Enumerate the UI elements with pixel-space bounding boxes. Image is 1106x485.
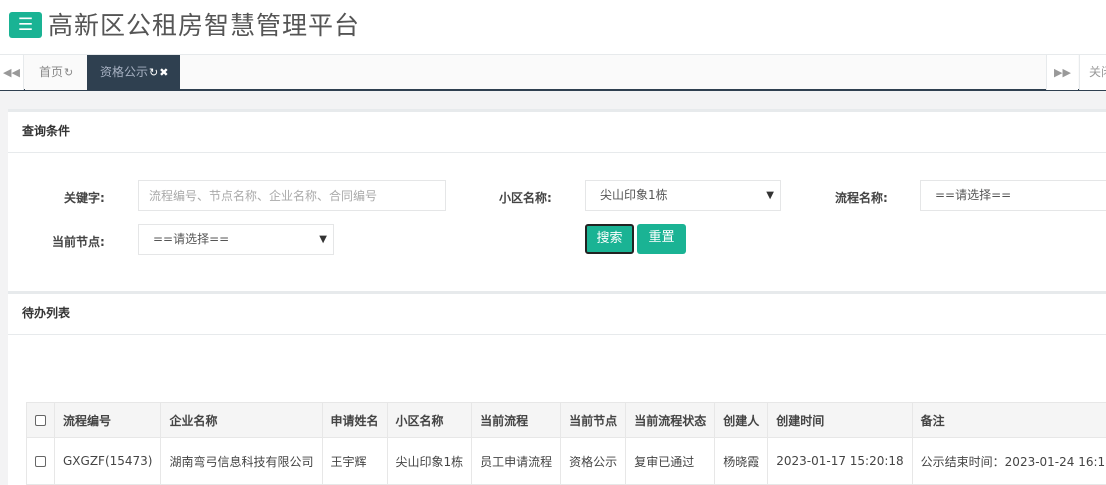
status-cell: 复审已通过 <box>625 437 716 485</box>
tab-active-label: 资格公示 <box>100 65 149 79</box>
keyword-label: 关键字: <box>64 191 105 205</box>
query-panel-title: 查询条件 <box>8 112 1106 153</box>
remark-cell: 公示结束时间：2023-01-24 16:18:42 <box>911 437 1106 485</box>
todo-panel-title: 待办列表 <box>8 294 1106 335</box>
community-select-value: 尖山印象1栋 <box>600 188 668 202</box>
search-button[interactable]: 搜索 <box>585 224 634 254</box>
table-header-row: 流程编号 企业名称 申请姓名 小区名称 当前流程 当前节点 当前流程状态 创建人… <box>26 402 1106 438</box>
company-cell: 湖南弯弓信息科技有限公司 <box>160 437 323 485</box>
row-checkbox-cell <box>26 437 55 485</box>
column-header[interactable]: 创建人 <box>714 402 769 438</box>
todo-table: 流程编号 企业名称 申请姓名 小区名称 当前流程 当前节点 当前流程状态 创建人… <box>26 402 1106 485</box>
column-header[interactable]: 创建时间 <box>767 402 913 438</box>
process-label: 流程名称: <box>835 191 888 205</box>
applicant-cell: 王宇辉 <box>321 437 388 485</box>
community-cell: 尖山印象1栋 <box>386 437 473 485</box>
hamburger-icon[interactable]: ☰ <box>9 12 42 38</box>
process-no-cell: GXGZF(15473) <box>53 437 162 485</box>
close-icon[interactable]: ✖ <box>159 66 168 79</box>
tab-home-label: 首页 <box>39 65 64 79</box>
select-all-checkbox[interactable] <box>35 415 46 426</box>
todo-table-wrap: 流程编号 企业名称 申请姓名 小区名称 当前流程 当前节点 当前流程状态 创建人… <box>8 402 1106 485</box>
column-header[interactable]: 当前节点 <box>560 402 627 438</box>
community-label: 小区名称: <box>499 191 552 205</box>
reset-button[interactable]: 重置 <box>637 224 686 254</box>
column-header[interactable]: 当前流程状态 <box>625 402 716 438</box>
column-header[interactable]: 备注 <box>911 402 1106 438</box>
close-ops-button[interactable]: 关闭 <box>1079 55 1106 90</box>
tab-scroll-left-icon[interactable]: ◀◀ <box>0 55 24 90</box>
process-cell: 员工申请流程 <box>471 437 562 485</box>
query-panel: 查询条件 关键字: 小区名称: 尖山印象1栋 ▼ 流程名称: ==请选择== 当… <box>8 109 1106 291</box>
column-header[interactable]: 企业名称 <box>160 402 323 438</box>
tab-home[interactable]: 首页↻ <box>25 55 87 90</box>
node-label: 当前节点: <box>52 235 105 249</box>
column-header[interactable]: 申请姓名 <box>321 402 388 438</box>
row-checkbox[interactable] <box>35 456 46 467</box>
select-all-checkbox-cell <box>26 402 55 438</box>
refresh-icon[interactable]: ↻ <box>149 66 158 79</box>
app-title: 高新区公租房智慧管理平台 <box>48 11 361 40</box>
top-bar: ☰ 高新区公租房智慧管理平台 <box>0 0 1106 54</box>
creator-cell: 杨晓霞 <box>714 437 769 485</box>
node-cell: 资格公示 <box>560 437 627 485</box>
node-select-value: ==请选择== <box>153 232 230 246</box>
todo-panel: 待办列表 流程编号 企业名称 申请姓名 小区名称 当前流程 当前节点 当前流程状… <box>8 291 1106 485</box>
column-header[interactable]: 当前流程 <box>471 402 562 438</box>
tab-bar: ◀◀ 首页↻ 资格公示↻✖ ▶▶ 关闭 <box>0 54 1106 91</box>
refresh-icon[interactable]: ↻ <box>64 66 73 79</box>
table-row[interactable]: GXGZF(15473) 湖南弯弓信息科技有限公司 王宇辉 尖山印象1栋 员工申… <box>26 437 1106 485</box>
column-header[interactable]: 小区名称 <box>386 402 473 438</box>
community-select[interactable]: 尖山印象1栋 ▼ <box>585 180 781 211</box>
chevron-down-icon: ▼ <box>319 234 327 245</box>
chevron-down-icon: ▼ <box>766 190 774 201</box>
keyword-input[interactable] <box>138 180 446 211</box>
tab-qualification-publicity[interactable]: 资格公示↻✖ <box>87 55 180 90</box>
node-select[interactable]: ==请选择== ▼ <box>138 224 334 255</box>
column-header[interactable]: 流程编号 <box>53 402 162 438</box>
tab-scroll-right-icon[interactable]: ▶▶ <box>1046 55 1078 90</box>
created-at-cell: 2023-01-17 15:20:18 <box>767 437 913 485</box>
process-select-value: ==请选择== <box>935 188 1012 202</box>
process-select[interactable]: ==请选择== <box>920 180 1106 211</box>
